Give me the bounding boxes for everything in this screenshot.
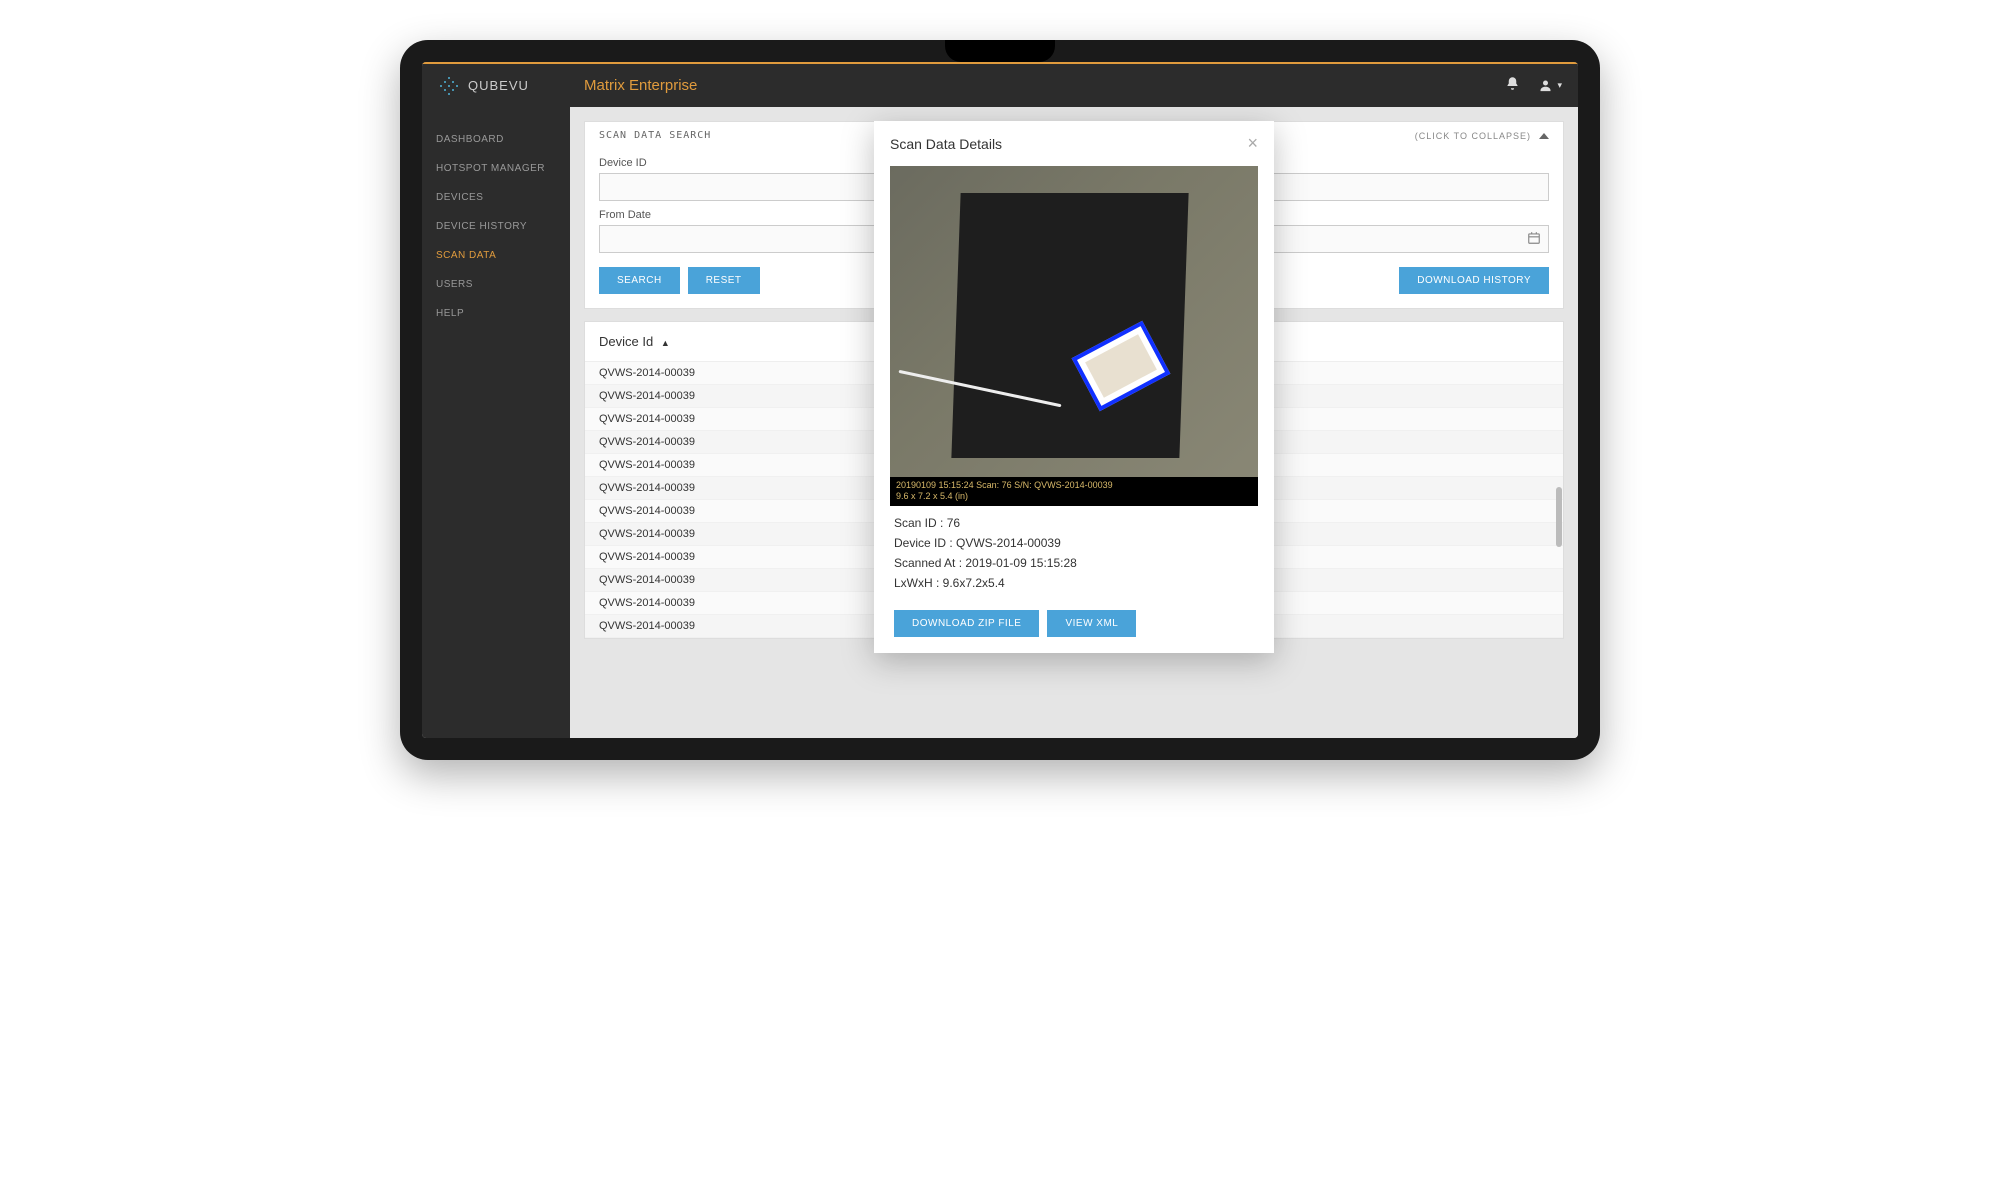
sidebar-item-label: DEVICE HISTORY [436,221,527,232]
detail-scan-id: Scan ID : 76 [894,516,1254,530]
collapse-hint: (CLICK TO COLLAPSE) [1415,131,1531,141]
sidebar-item-label: HELP [436,308,464,319]
screen: QUBEVU Matrix Enterprise ▾ DASHBOARD HOT… [422,62,1578,738]
sort-asc-icon: ▲ [661,338,670,348]
close-icon[interactable]: × [1247,133,1258,154]
view-xml-button[interactable]: VIEW XML [1047,610,1136,637]
download-zip-button[interactable]: DOWNLOAD ZIP FILE [894,610,1039,637]
app-title: Matrix Enterprise [584,77,697,94]
scan-image: 20190109 15:15:24 Scan: 76 S/N: QVWS-201… [890,166,1258,506]
notifications-icon[interactable] [1505,76,1520,95]
chevron-down-icon: ▾ [1557,80,1562,91]
sidebar-item-hotspot-manager[interactable]: HOTSPOT MANAGER [422,154,570,183]
tablet-frame: QUBEVU Matrix Enterprise ▾ DASHBOARD HOT… [400,40,1600,760]
chevron-up-icon [1539,133,1549,139]
image-caption: 20190109 15:15:24 Scan: 76 S/N: QVWS-201… [890,477,1258,506]
sidebar-item-device-history[interactable]: DEVICE HISTORY [422,212,570,241]
calendar-icon[interactable] [1527,231,1541,248]
column-label: Device Id [599,334,653,349]
user-menu[interactable]: ▾ [1538,78,1562,93]
sidebar-item-scan-data[interactable]: SCAN DATA [422,241,570,270]
sidebar-item-label: DASHBOARD [436,134,504,145]
collapse-toggle[interactable]: (CLICK TO COLLAPSE) [1415,131,1549,141]
search-panel-title: SCAN DATA SEARCH [599,130,711,141]
sidebar-item-users[interactable]: USERS [422,270,570,299]
sidebar-item-label: SCAN DATA [436,250,496,261]
caption-line: 20190109 15:15:24 Scan: 76 S/N: QVWS-201… [896,480,1252,492]
download-history-button[interactable]: DOWNLOAD HISTORY [1399,267,1549,294]
main-content: SCAN DATA SEARCH (CLICK TO COLLAPSE) Dev… [570,107,1578,738]
search-button[interactable]: SEARCH [599,267,680,294]
sidebar-item-help[interactable]: HELP [422,299,570,328]
modal-title: Scan Data Details [890,136,1002,152]
sidebar-item-label: USERS [436,279,473,290]
sidebar-item-devices[interactable]: DEVICES [422,183,570,212]
scrollbar[interactable] [1556,487,1562,547]
detail-device-id: Device ID : QVWS-2014-00039 [894,536,1254,550]
app-header: QUBEVU Matrix Enterprise ▾ [422,62,1578,107]
sidebar: DASHBOARD HOTSPOT MANAGER DEVICES DEVICE… [422,107,570,738]
brand-logo: QUBEVU [438,75,568,97]
sidebar-item-dashboard[interactable]: DASHBOARD [422,125,570,154]
reset-button[interactable]: RESET [688,267,760,294]
sidebar-item-label: DEVICES [436,192,483,203]
logo-icon [438,75,460,97]
brand-name: QUBEVU [468,78,529,93]
tablet-notch [945,40,1055,62]
detail-lxwxh: LxWxH : 9.6x7.2x5.4 [894,576,1254,590]
detail-scanned-at: Scanned At : 2019-01-09 15:15:28 [894,556,1254,570]
scan-details-modal: Scan Data Details × 20190109 15:15:24 Sc… [874,121,1274,653]
sidebar-item-label: HOTSPOT MANAGER [436,163,545,174]
caption-line: 9.6 x 7.2 x 5.4 (in) [896,491,1252,503]
